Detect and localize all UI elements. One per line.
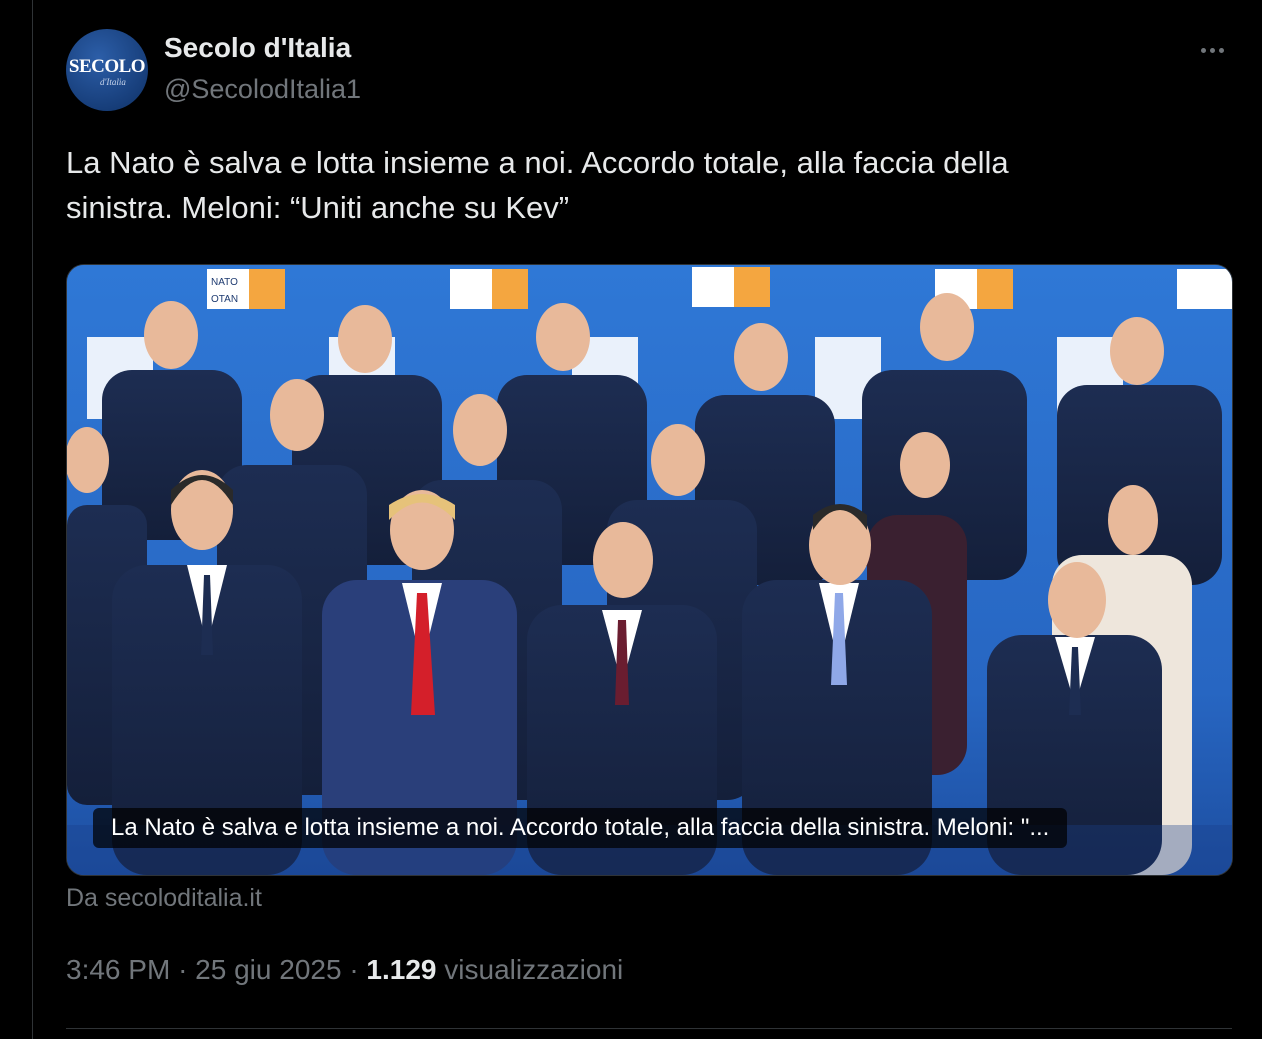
link-card-caption[interactable]: La Nato è salva e lotta insieme a noi. A… [93,808,1068,848]
sign-text-2: OTAN [211,294,238,305]
author-handle[interactable]: @SecolodItalia1 [164,74,361,105]
tweet-page: SECOLO d'Italia Secolo d'Italia @Secolod… [0,0,1262,1039]
meta-divider [66,1028,1232,1029]
avatar-logo-subtext: d'Italia [100,77,126,87]
meta-separator: · [349,954,359,985]
avatar-logo-text: SECOLO [68,56,146,77]
more-options-icon[interactable] [1192,30,1232,70]
more-dot [1218,47,1224,53]
views-count: 1.129 [366,954,437,985]
link-source[interactable]: Da secoloditalia.it [66,884,262,913]
tweet-text: La Nato è salva e lotta insieme a noi. A… [66,145,1009,225]
tweet-time[interactable]: 3:46 PM [66,954,170,985]
sign-text-1: NATO [211,277,238,288]
link-card-image[interactable]: NATO OTAN [67,265,1232,875]
link-card[interactable]: NATO OTAN La Nato è salva e lotta insiem… [66,264,1233,876]
author-display-name[interactable]: Secolo d'Italia [164,32,351,64]
views-label: visualizzazioni [444,954,624,985]
more-dot [1200,47,1206,53]
meta-separator: · [178,954,188,985]
tweet-date[interactable]: 25 giu 2025 [195,954,341,985]
timeline-divider [32,0,33,1039]
tweet-meta: 3:46 PM · 25 giu 2025 · 1.129 visualizza… [66,954,623,986]
avatar[interactable]: SECOLO d'Italia [66,29,148,111]
more-dot [1209,47,1215,53]
